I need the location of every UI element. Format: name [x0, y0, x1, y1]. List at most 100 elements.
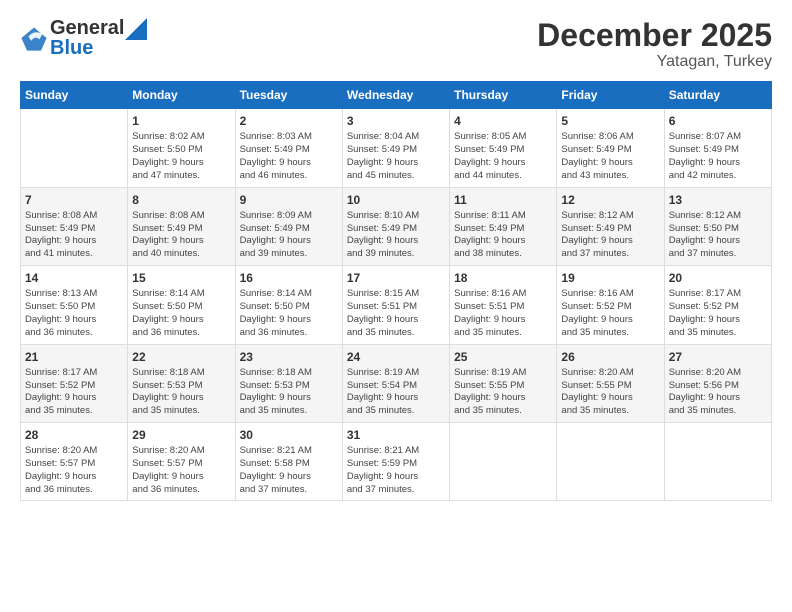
day-info: Sunrise: 8:05 AM Sunset: 5:49 PM Dayligh…	[454, 131, 552, 182]
calendar-header-wednesday: Wednesday	[342, 82, 449, 109]
calendar-header-saturday: Saturday	[664, 82, 771, 109]
day-info: Sunrise: 8:16 AM Sunset: 5:51 PM Dayligh…	[454, 288, 552, 339]
calendar-header-friday: Friday	[557, 82, 664, 109]
calendar-cell: 27Sunrise: 8:20 AM Sunset: 5:56 PM Dayli…	[664, 344, 771, 422]
calendar-cell: 21Sunrise: 8:17 AM Sunset: 5:52 PM Dayli…	[21, 344, 128, 422]
day-info: Sunrise: 8:12 AM Sunset: 5:49 PM Dayligh…	[561, 210, 659, 261]
day-info: Sunrise: 8:02 AM Sunset: 5:50 PM Dayligh…	[132, 131, 230, 182]
day-number: 8	[132, 192, 230, 208]
day-number: 16	[240, 270, 338, 286]
calendar-week-row: 28 Sunrise: 8:20 AM Sunset: 5:57 PM Dayli…	[21, 422, 772, 500]
calendar-header-thursday: Thursday	[450, 82, 557, 109]
day-info: Sunrise: 8:06 AM Sunset: 5:49 PM Dayligh…	[561, 131, 659, 182]
logo-triangle-icon	[125, 18, 147, 40]
day-info: Sunrise: 8:21 AM Sunset: 5:59 PM Dayligh…	[347, 445, 445, 496]
day-info: Sunrise: 8:20 AM Sunset: 5:57 PM Dayligh…	[25, 445, 123, 496]
day-number: 23	[240, 349, 338, 365]
day-info: Sunrise: 8:14 AM Sunset: 5:50 PM Dayligh…	[240, 288, 338, 339]
day-info: Sunrise: 8:08 AM Sunset: 5:49 PM Dayligh…	[132, 210, 230, 261]
day-number: 18	[454, 270, 552, 286]
calendar-cell: 18 Sunrise: 8:16 AM Sunset: 5:51 PM Dayli…	[450, 266, 557, 344]
day-number: 22	[132, 349, 230, 365]
calendar-cell: 15 Sunrise: 8:14 AM Sunset: 5:50 PM Dayli…	[128, 266, 235, 344]
calendar-cell: 13Sunrise: 8:12 AM Sunset: 5:50 PM Dayli…	[664, 187, 771, 265]
day-number: 28	[25, 427, 123, 443]
day-number: 25	[454, 349, 552, 365]
day-info: Sunrise: 8:08 AM Sunset: 5:49 PM Dayligh…	[25, 210, 123, 261]
day-number: 30	[240, 427, 338, 443]
calendar-cell: 5 Sunrise: 8:06 AM Sunset: 5:49 PM Daylig…	[557, 109, 664, 187]
calendar-cell: 26 Sunrise: 8:20 AM Sunset: 5:55 PM Dayli…	[557, 344, 664, 422]
day-info: Sunrise: 8:09 AM Sunset: 5:49 PM Dayligh…	[240, 210, 338, 261]
main-title: December 2025	[537, 18, 772, 53]
calendar-cell: 3 Sunrise: 8:04 AM Sunset: 5:49 PM Daylig…	[342, 109, 449, 187]
calendar-cell: 6Sunrise: 8:07 AM Sunset: 5:49 PM Daylig…	[664, 109, 771, 187]
header: General Blue December 2025 Yatagan, Turk…	[20, 18, 772, 71]
logo: General Blue	[20, 18, 147, 58]
calendar-header-monday: Monday	[128, 82, 235, 109]
calendar-cell: 11 Sunrise: 8:11 AM Sunset: 5:49 PM Dayli…	[450, 187, 557, 265]
day-info: Sunrise: 8:13 AM Sunset: 5:50 PM Dayligh…	[25, 288, 123, 339]
day-info: Sunrise: 8:21 AM Sunset: 5:58 PM Dayligh…	[240, 445, 338, 496]
calendar-week-row: 1Sunrise: 8:02 AM Sunset: 5:50 PM Daylig…	[21, 109, 772, 187]
day-info: Sunrise: 8:17 AM Sunset: 5:52 PM Dayligh…	[669, 288, 767, 339]
calendar-header-tuesday: Tuesday	[235, 82, 342, 109]
day-number: 3	[347, 113, 445, 129]
calendar-cell: 22 Sunrise: 8:18 AM Sunset: 5:53 PM Dayli…	[128, 344, 235, 422]
day-number: 15	[132, 270, 230, 286]
subtitle: Yatagan, Turkey	[537, 53, 772, 71]
logo-icon	[20, 24, 48, 52]
day-number: 7	[25, 192, 123, 208]
calendar-cell: 4 Sunrise: 8:05 AM Sunset: 5:49 PM Daylig…	[450, 109, 557, 187]
day-number: 4	[454, 113, 552, 129]
calendar-cell: 20 Sunrise: 8:17 AM Sunset: 5:52 PM Dayli…	[664, 266, 771, 344]
calendar-cell	[21, 109, 128, 187]
day-number: 9	[240, 192, 338, 208]
calendar-cell: 24 Sunrise: 8:19 AM Sunset: 5:54 PM Dayli…	[342, 344, 449, 422]
calendar-cell: 12 Sunrise: 8:12 AM Sunset: 5:49 PM Dayli…	[557, 187, 664, 265]
calendar-cell: 9 Sunrise: 8:09 AM Sunset: 5:49 PM Daylig…	[235, 187, 342, 265]
day-info: Sunrise: 8:04 AM Sunset: 5:49 PM Dayligh…	[347, 131, 445, 182]
day-number: 5	[561, 113, 659, 129]
day-info: Sunrise: 8:20 AM Sunset: 5:55 PM Dayligh…	[561, 367, 659, 418]
calendar-cell: 25 Sunrise: 8:19 AM Sunset: 5:55 PM Dayli…	[450, 344, 557, 422]
day-info: Sunrise: 8:19 AM Sunset: 5:54 PM Dayligh…	[347, 367, 445, 418]
day-number: 20	[669, 270, 767, 286]
calendar-cell: 16 Sunrise: 8:14 AM Sunset: 5:50 PM Dayli…	[235, 266, 342, 344]
calendar-cell: 8 Sunrise: 8:08 AM Sunset: 5:49 PM Daylig…	[128, 187, 235, 265]
calendar-cell: 19Sunrise: 8:16 AM Sunset: 5:52 PM Dayli…	[557, 266, 664, 344]
day-info: Sunrise: 8:20 AM Sunset: 5:57 PM Dayligh…	[132, 445, 230, 496]
calendar-cell: 31 Sunrise: 8:21 AM Sunset: 5:59 PM Dayli…	[342, 422, 449, 500]
day-info: Sunrise: 8:14 AM Sunset: 5:50 PM Dayligh…	[132, 288, 230, 339]
calendar-header-row: SundayMondayTuesdayWednesdayThursdayFrid…	[21, 82, 772, 109]
calendar-cell: 14Sunrise: 8:13 AM Sunset: 5:50 PM Dayli…	[21, 266, 128, 344]
day-number: 26	[561, 349, 659, 365]
day-number: 11	[454, 192, 552, 208]
day-info: Sunrise: 8:18 AM Sunset: 5:53 PM Dayligh…	[132, 367, 230, 418]
day-info: Sunrise: 8:11 AM Sunset: 5:49 PM Dayligh…	[454, 210, 552, 261]
calendar-cell	[557, 422, 664, 500]
day-number: 24	[347, 349, 445, 365]
calendar-week-row: 14Sunrise: 8:13 AM Sunset: 5:50 PM Dayli…	[21, 266, 772, 344]
day-info: Sunrise: 8:03 AM Sunset: 5:49 PM Dayligh…	[240, 131, 338, 182]
calendar-cell: 1Sunrise: 8:02 AM Sunset: 5:50 PM Daylig…	[128, 109, 235, 187]
day-number: 13	[669, 192, 767, 208]
day-number: 12	[561, 192, 659, 208]
day-number: 2	[240, 113, 338, 129]
calendar-cell: 10 Sunrise: 8:10 AM Sunset: 5:49 PM Dayli…	[342, 187, 449, 265]
calendar-header-sunday: Sunday	[21, 82, 128, 109]
day-info: Sunrise: 8:10 AM Sunset: 5:49 PM Dayligh…	[347, 210, 445, 261]
day-info: Sunrise: 8:19 AM Sunset: 5:55 PM Dayligh…	[454, 367, 552, 418]
day-info: Sunrise: 8:07 AM Sunset: 5:49 PM Dayligh…	[669, 131, 767, 182]
day-number: 17	[347, 270, 445, 286]
logo-blue: Blue	[50, 38, 147, 58]
page: General Blue December 2025 Yatagan, Turk…	[0, 0, 792, 612]
calendar-cell: 29Sunrise: 8:20 AM Sunset: 5:57 PM Dayli…	[128, 422, 235, 500]
calendar-table: SundayMondayTuesdayWednesdayThursdayFrid…	[20, 81, 772, 501]
day-info: Sunrise: 8:18 AM Sunset: 5:53 PM Dayligh…	[240, 367, 338, 418]
calendar-cell	[664, 422, 771, 500]
day-number: 31	[347, 427, 445, 443]
day-number: 10	[347, 192, 445, 208]
calendar-cell: 17Sunrise: 8:15 AM Sunset: 5:51 PM Dayli…	[342, 266, 449, 344]
day-number: 27	[669, 349, 767, 365]
